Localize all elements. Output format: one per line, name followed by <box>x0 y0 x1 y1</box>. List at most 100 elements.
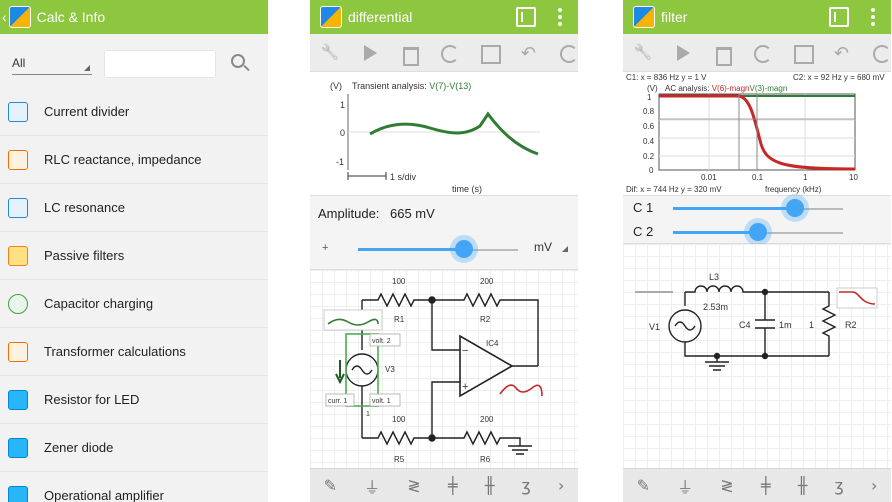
diff-readout: Dif: x = 744 Hz y = 320 mV <box>626 185 722 194</box>
resistor-icon[interactable]: ≷ <box>720 476 733 495</box>
amplitude-label: Amplitude: <box>318 206 380 221</box>
x-tick: 10 <box>849 173 858 182</box>
filter-circuit-svg: L3 2.53m V1 C4 1m 1 R2 <box>635 272 878 371</box>
rlc-icon <box>8 149 28 170</box>
overflow-menu-icon[interactable] <box>871 8 875 26</box>
app-logo-icon <box>8 6 31 28</box>
c2-slider-row: C 2 <box>623 220 891 244</box>
layout-icon[interactable] <box>792 44 814 64</box>
resistor-r1[interactable] <box>362 292 432 308</box>
list-item-rlc[interactable]: RLC reactance, impedance <box>0 136 268 184</box>
y-tick: -1 <box>336 157 344 167</box>
cursor1-readout: C1: x = 836 Hz y = 1 V <box>626 73 707 82</box>
capacitor-value: 1m <box>779 320 792 330</box>
y-tick: 0.6 <box>643 122 655 131</box>
list-item-passive-filters[interactable]: Passive filters <box>0 232 268 280</box>
x-tick: 0.01 <box>701 173 717 182</box>
ground-icon[interactable]: ⏚ <box>677 474 693 498</box>
resistor-r5[interactable] <box>362 430 432 446</box>
list-item-current-divider[interactable]: Current divider <box>0 88 268 136</box>
r5-value: 100 <box>392 415 406 424</box>
zener-icon <box>8 437 28 458</box>
list-item-label: Capacitor charging <box>44 296 154 311</box>
app-bar: differential <box>310 0 578 34</box>
polarized-cap-icon[interactable]: ╫ <box>485 476 495 495</box>
overflow-menu-icon[interactable] <box>558 8 562 26</box>
inductor-l3[interactable] <box>685 285 829 293</box>
list-item-label: Current divider <box>44 104 130 119</box>
list-item-lc-resonance[interactable]: LC resonance <box>0 184 268 232</box>
resistor-r2[interactable] <box>821 292 837 356</box>
circuit-canvas[interactable]: 100 200 R1 R2 V3 volt. 2 volt. 1 curr. 1… <box>310 270 578 468</box>
inductor-icon[interactable]: ʒ <box>522 476 531 495</box>
search-icon[interactable] <box>231 54 245 68</box>
capacitor-label: C4 <box>739 320 751 330</box>
x-tick: 1 <box>803 173 808 182</box>
circuit-canvas[interactable]: L3 2.53m V1 C4 1m 1 R2 <box>623 244 891 468</box>
c1-slider-fill <box>673 207 795 210</box>
amplitude-slider-thumb[interactable] <box>455 240 473 258</box>
redo-icon[interactable] <box>871 44 891 63</box>
transient-trace <box>369 111 539 156</box>
transient-plot[interactable]: (V) Transient analysis: V(7)-V(13) 1 0 -… <box>310 72 578 196</box>
pencil-icon[interactable]: ✎ <box>637 476 650 495</box>
list-item-opamp[interactable]: Operational amplifier <box>0 472 268 502</box>
sign-select[interactable]: + <box>322 242 328 254</box>
more-icon[interactable]: › <box>871 476 877 495</box>
list-item-capacitor-charging[interactable]: Capacitor charging <box>0 280 268 328</box>
undo-icon[interactable] <box>832 44 852 62</box>
component-toolbar: ✎ ⏚ ≷ ╪ ╫ ʒ › <box>623 468 891 502</box>
inductor-label: L3 <box>709 272 719 282</box>
resistor-r2[interactable] <box>432 292 539 366</box>
node-label: 1 <box>366 411 370 418</box>
trash-icon[interactable] <box>712 44 733 66</box>
pencil-icon[interactable]: ✎ <box>324 476 337 495</box>
c1-slider-thumb[interactable] <box>786 199 804 217</box>
capacitor-icon[interactable]: ╪ <box>761 476 771 495</box>
toolbar <box>310 34 578 72</box>
current-divider-icon <box>8 101 28 122</box>
calculator-icon[interactable] <box>829 7 849 27</box>
back-arrow-icon[interactable]: ‹ <box>2 9 7 25</box>
wrench-icon[interactable] <box>320 44 340 62</box>
led-resistor-icon <box>8 389 28 410</box>
y-tick: 0.4 <box>643 137 655 146</box>
category-select[interactable]: All <box>12 56 92 75</box>
amplitude-panel: Amplitude: 665 mV + mV <box>310 196 578 270</box>
ac-plot[interactable]: C1: x = 836 Hz y = 1 V C2: x = 92 Hz y =… <box>623 72 891 196</box>
calculator-icon[interactable] <box>516 7 536 27</box>
refresh-icon[interactable] <box>439 44 459 63</box>
play-icon[interactable] <box>673 44 693 62</box>
redo-icon[interactable] <box>558 44 578 63</box>
y-tick: 0 <box>340 128 345 138</box>
y-tick: 0 <box>649 166 654 175</box>
undo-icon[interactable] <box>519 44 539 62</box>
passive-filter-icon <box>8 245 28 266</box>
layout-icon[interactable] <box>479 44 501 64</box>
inductor-icon[interactable]: ʒ <box>835 476 844 495</box>
more-icon[interactable]: › <box>558 476 564 495</box>
transformer-icon <box>8 341 28 362</box>
search-input[interactable] <box>104 50 216 78</box>
list-item-zener[interactable]: Zener diode <box>0 424 268 472</box>
junction-dot <box>761 352 769 360</box>
unit-select[interactable]: mV <box>534 240 568 254</box>
list-item-transformer[interactable]: Transformer calculations <box>0 328 268 376</box>
list-item-label: LC resonance <box>44 200 125 215</box>
trash-icon[interactable] <box>399 44 420 66</box>
wrench-icon[interactable] <box>633 44 653 62</box>
y-tick: 1 <box>647 93 652 102</box>
differential-screen: differential (V) Transient analysis: V(7… <box>310 0 578 502</box>
differential-circuit-svg: 100 200 R1 R2 V3 volt. 2 volt. 1 curr. 1… <box>323 277 543 464</box>
c2-slider-thumb[interactable] <box>749 223 767 241</box>
resistor-r6[interactable] <box>432 430 521 446</box>
polarized-cap-icon[interactable]: ╫ <box>798 476 808 495</box>
ground-icon[interactable]: ⏚ <box>364 474 380 498</box>
list-item-label: Resistor for LED <box>44 392 140 407</box>
list-item-led-resistor[interactable]: Resistor for LED <box>0 376 268 424</box>
refresh-icon[interactable] <box>752 44 772 63</box>
opamp-icon <box>8 485 28 502</box>
capacitor-icon[interactable]: ╪ <box>448 476 458 495</box>
resistor-icon[interactable]: ≷ <box>407 476 420 495</box>
play-icon[interactable] <box>360 44 380 62</box>
